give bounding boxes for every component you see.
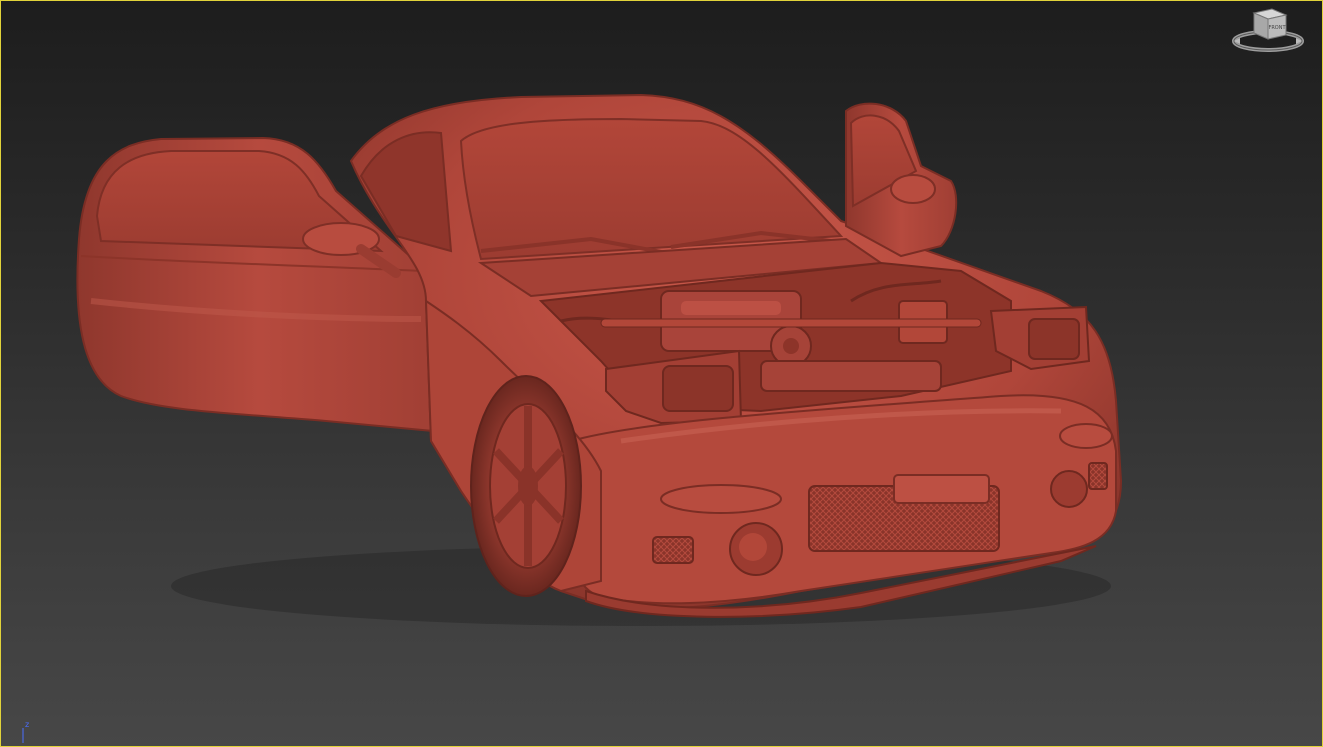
right-fog-light [1050,470,1088,508]
car-model[interactable] [1,1,1322,746]
right-mirror[interactable] [890,174,936,204]
strut-bar [600,318,982,328]
3d-viewport[interactable]: FRONT z [0,0,1323,747]
axis-tripod-icon: z [17,720,37,744]
viewcube-icon[interactable]: FRONT [1228,5,1308,55]
right-indicator-light [1059,423,1113,449]
left-fog-light-inner [739,533,767,561]
windshield [459,117,844,261]
left-headlight-lens [662,365,734,412]
license-plate-mount [893,474,990,504]
viewcube-face-label: FRONT [1268,25,1286,31]
right-brake-duct [1088,462,1108,490]
right-headlight-lens [1028,318,1080,360]
wheel-hub [518,466,538,506]
z-axis-label: z [25,720,30,729]
left-brake-duct [652,536,694,564]
radiator-support [760,360,942,392]
pulley [783,338,799,354]
intake-manifold [681,301,781,315]
left-indicator-light [660,484,782,514]
